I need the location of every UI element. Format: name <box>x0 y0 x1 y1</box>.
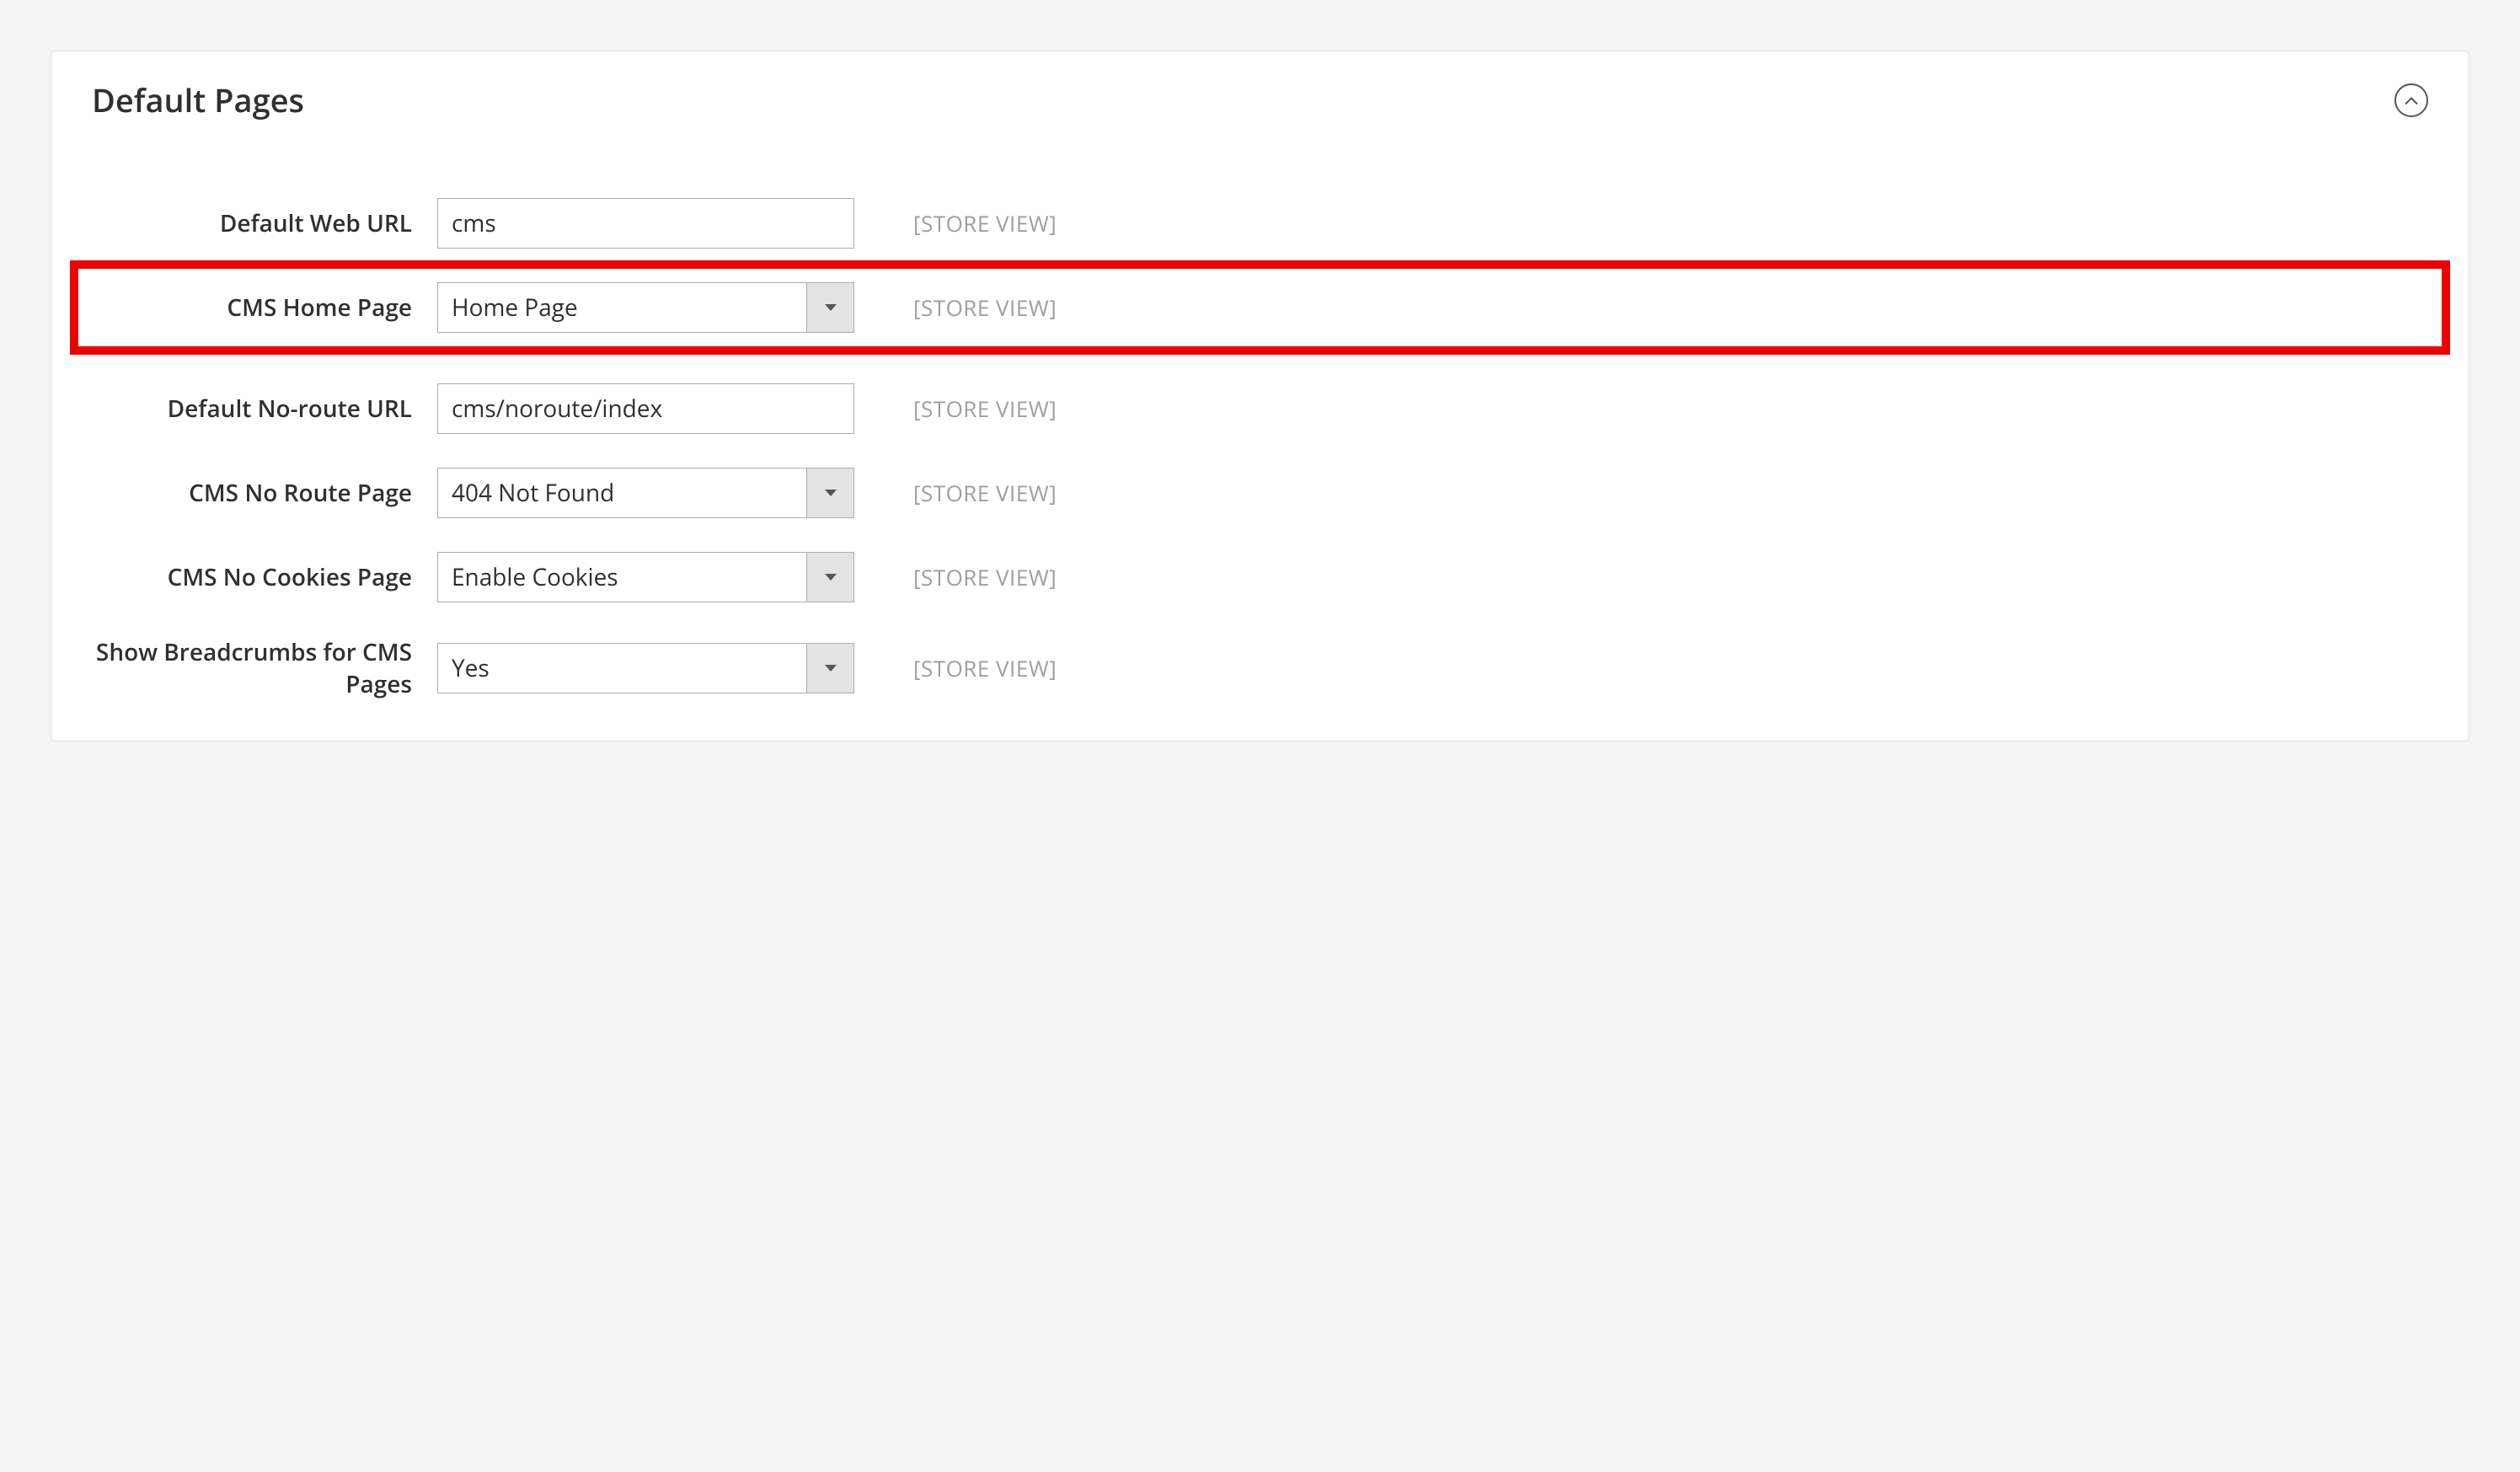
select-value: Enable Cookies <box>438 553 806 602</box>
row-cms-home-page: CMS Home Page Home Page [STORE VIEW] <box>92 282 2428 333</box>
input-default-web-url[interactable] <box>437 198 854 249</box>
chevron-up-icon <box>2405 91 2418 110</box>
row-default-no-route-url: Default No-route URL [STORE VIEW] <box>92 383 2428 434</box>
scope-label: [STORE VIEW] <box>913 292 1057 323</box>
row-cms-no-cookies-page: CMS No Cookies Page Enable Cookies [STOR… <box>92 552 2428 602</box>
panel-header: Default Pages <box>51 51 2469 131</box>
default-pages-panel: Default Pages Default Web URL [STORE VIE… <box>51 51 2469 741</box>
scope-label: [STORE VIEW] <box>913 393 1057 424</box>
label-default-web-url: Default Web URL <box>92 207 437 239</box>
label-cms-no-route-page: CMS No Route Page <box>92 477 437 509</box>
collapse-toggle-button[interactable] <box>2394 83 2428 117</box>
scope-label: [STORE VIEW] <box>913 478 1057 508</box>
select-cms-home-page[interactable]: Home Page <box>437 282 854 333</box>
panel-body: Default Web URL [STORE VIEW] CMS Home Pa… <box>51 131 2469 741</box>
label-cms-no-cookies-page: CMS No Cookies Page <box>92 561 437 593</box>
label-default-no-route-url: Default No-route URL <box>92 393 437 425</box>
chevron-down-icon <box>806 468 853 517</box>
row-show-breadcrumbs: Show Breadcrumbs for CMS Pages Yes [STOR… <box>92 636 2428 700</box>
select-value: 404 Not Found <box>438 468 806 517</box>
chevron-down-icon <box>806 553 853 602</box>
chevron-down-icon <box>806 283 853 332</box>
row-cms-no-route-page: CMS No Route Page 404 Not Found [STORE V… <box>92 468 2428 518</box>
input-default-no-route-url[interactable] <box>437 383 854 434</box>
scope-label: [STORE VIEW] <box>913 208 1057 238</box>
select-value: Home Page <box>438 283 806 332</box>
select-cms-no-route-page[interactable]: 404 Not Found <box>437 468 854 518</box>
panel-title: Default Pages <box>92 78 304 122</box>
label-show-breadcrumbs: Show Breadcrumbs for CMS Pages <box>92 636 437 700</box>
chevron-down-icon <box>806 644 853 693</box>
row-default-web-url: Default Web URL [STORE VIEW] <box>92 198 2428 249</box>
scope-label: [STORE VIEW] <box>913 562 1057 592</box>
select-show-breadcrumbs[interactable]: Yes <box>437 643 854 693</box>
scope-label: [STORE VIEW] <box>913 653 1057 683</box>
select-value: Yes <box>438 644 806 693</box>
label-cms-home-page: CMS Home Page <box>92 292 437 324</box>
select-cms-no-cookies-page[interactable]: Enable Cookies <box>437 552 854 602</box>
